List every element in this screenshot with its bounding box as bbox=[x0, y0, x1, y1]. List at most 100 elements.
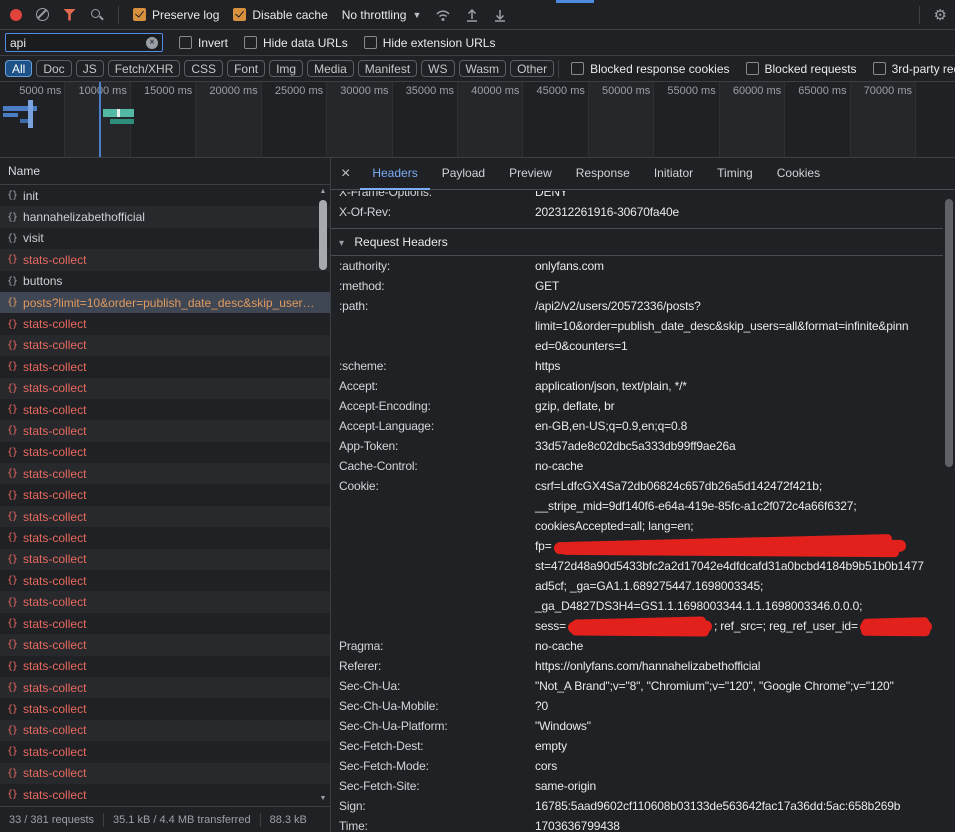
request-row[interactable]: {}stats-collect bbox=[0, 463, 330, 484]
filter-chip-media[interactable]: Media bbox=[307, 60, 354, 77]
request-list-scrollbar[interactable]: ▲ ▼ bbox=[317, 185, 329, 806]
request-row[interactable]: {}stats-collect bbox=[0, 677, 330, 698]
request-row[interactable]: {}stats-collect bbox=[0, 420, 330, 441]
search-icon[interactable] bbox=[90, 8, 104, 22]
checkbox-checked-icon[interactable] bbox=[233, 8, 246, 21]
request-row[interactable]: {}stats-collect bbox=[0, 570, 330, 591]
tab-preview[interactable]: Preview bbox=[497, 158, 564, 190]
header-name: Sec-Fetch-Mode: bbox=[339, 756, 535, 776]
header-name: Accept-Language: bbox=[339, 416, 535, 436]
record-button[interactable] bbox=[10, 9, 22, 21]
scrollbar-thumb[interactable] bbox=[319, 200, 327, 270]
overview-timeline[interactable]: 5000 ms10000 ms15000 ms20000 ms25000 ms3… bbox=[0, 82, 955, 158]
request-details-panel: × HeadersPayloadPreviewResponseInitiator… bbox=[331, 158, 955, 832]
filter-input[interactable]: api × bbox=[5, 33, 163, 52]
tab-cookies[interactable]: Cookies bbox=[765, 158, 832, 190]
request-row[interactable]: {}stats-collect bbox=[0, 784, 330, 805]
checkbox-unchecked-icon[interactable] bbox=[244, 36, 257, 49]
hide-data-urls-checkbox[interactable]: Hide data URLs bbox=[244, 36, 348, 50]
filter-chip-ws[interactable]: WS bbox=[421, 60, 454, 77]
scroll-down-icon[interactable]: ▼ bbox=[317, 794, 329, 804]
request-row[interactable]: {}stats-collect bbox=[0, 356, 330, 377]
request-headers-section[interactable]: ▾ Request Headers bbox=[331, 228, 943, 256]
request-row[interactable]: {}stats-collect bbox=[0, 591, 330, 612]
request-row[interactable]: {}stats-collect bbox=[0, 720, 330, 741]
preserve-log-checkbox[interactable]: Preserve log bbox=[133, 8, 219, 22]
network-conditions-icon[interactable] bbox=[435, 8, 451, 22]
request-row[interactable]: {}stats-collect bbox=[0, 399, 330, 420]
settings-gear-icon[interactable]: ⚙ bbox=[934, 6, 947, 24]
filter-chip-all[interactable]: All bbox=[5, 60, 32, 77]
throttling-select[interactable]: No throttling ▼ bbox=[342, 8, 422, 22]
checkbox-unchecked-icon[interactable] bbox=[364, 36, 377, 49]
invert-checkbox[interactable]: Invert bbox=[179, 36, 228, 50]
filter-chip-img[interactable]: Img bbox=[269, 60, 303, 77]
tab-payload[interactable]: Payload bbox=[430, 158, 497, 190]
scrollbar-thumb[interactable] bbox=[945, 199, 953, 467]
response-header-rows: X-Frame-Options:DENYX-Of-Rev:20231226191… bbox=[331, 191, 943, 222]
header-row: Sec-Ch-Ua-Mobile:?0 bbox=[331, 696, 943, 716]
request-row[interactable]: {}visit bbox=[0, 228, 330, 249]
request-name: stats-collect bbox=[23, 788, 86, 802]
request-row[interactable]: {}stats-collect bbox=[0, 313, 330, 334]
json-icon: {} bbox=[7, 254, 17, 265]
filter-chip-js[interactable]: JS bbox=[76, 60, 104, 77]
details-scrollbar[interactable] bbox=[943, 191, 955, 832]
tab-timing[interactable]: Timing bbox=[705, 158, 765, 190]
filter-chip-manifest[interactable]: Manifest bbox=[358, 60, 417, 77]
request-row[interactable]: {}stats-collect bbox=[0, 484, 330, 505]
request-row[interactable]: {}stats-collect bbox=[0, 698, 330, 719]
request-row[interactable]: {}stats-collect bbox=[0, 549, 330, 570]
request-row[interactable]: {}stats-collect bbox=[0, 335, 330, 356]
request-row[interactable]: {}stats-collect bbox=[0, 741, 330, 762]
request-row[interactable]: {}stats-collect bbox=[0, 506, 330, 527]
header-value: /api2/v2/users/20572336/posts?limit=10&o… bbox=[535, 296, 943, 356]
filter-icon[interactable] bbox=[63, 9, 76, 21]
filter-chip-font[interactable]: Font bbox=[227, 60, 265, 77]
close-details-icon[interactable]: × bbox=[341, 159, 350, 189]
request-row[interactable]: {}stats-collect bbox=[0, 442, 330, 463]
request-row[interactable]: {}hannahelizabethofficial bbox=[0, 206, 330, 227]
header-row: X-Frame-Options:DENY bbox=[331, 191, 943, 202]
triangle-down-icon: ▾ bbox=[339, 238, 344, 249]
clear-log-icon[interactable] bbox=[36, 8, 49, 21]
filter-checkbox-blocked-response-cookies[interactable]: Blocked response cookies bbox=[571, 62, 729, 76]
checkbox-unchecked-icon[interactable] bbox=[873, 62, 886, 75]
filter-chip-wasm[interactable]: Wasm bbox=[459, 60, 507, 77]
request-row[interactable]: {}stats-collect bbox=[0, 613, 330, 634]
type-filter-chips: AllDoc JSFetch/XHRCSSFontImgMediaManifest… bbox=[5, 60, 558, 77]
toolbar-divider bbox=[919, 6, 920, 24]
timeline-tick-label: 20000 ms bbox=[209, 85, 257, 97]
tab-initiator[interactable]: Initiator bbox=[642, 158, 705, 190]
disable-cache-checkbox[interactable]: Disable cache bbox=[233, 8, 327, 22]
checkbox-unchecked-icon[interactable] bbox=[571, 62, 584, 75]
request-row[interactable]: {}stats-collect bbox=[0, 378, 330, 399]
request-row[interactable]: {}buttons bbox=[0, 271, 330, 292]
clear-filter-icon[interactable]: × bbox=[146, 37, 158, 49]
tab-response[interactable]: Response bbox=[564, 158, 642, 190]
hide-extension-urls-checkbox[interactable]: Hide extension URLs bbox=[364, 36, 496, 50]
request-row[interactable]: {}stats-collect bbox=[0, 527, 330, 548]
scroll-up-icon[interactable]: ▲ bbox=[317, 187, 329, 197]
checkbox-checked-icon[interactable] bbox=[133, 8, 146, 21]
request-row[interactable]: {}stats-collect bbox=[0, 634, 330, 655]
name-column-header[interactable]: Name bbox=[0, 158, 330, 185]
header-name: Cache-Control: bbox=[339, 456, 535, 476]
request-row[interactable]: {}init bbox=[0, 185, 330, 206]
filter-chip-doc[interactable]: Doc bbox=[36, 60, 71, 77]
filter-chip-fetch-xhr[interactable]: Fetch/XHR bbox=[108, 60, 181, 77]
filter-chip-other[interactable]: Other bbox=[510, 60, 554, 77]
tab-headers[interactable]: Headers bbox=[360, 158, 429, 190]
filter-chip-css[interactable]: CSS bbox=[184, 60, 223, 77]
request-row[interactable]: {}posts?limit=10&order=publish_date_desc… bbox=[0, 292, 330, 313]
filter-checkbox-blocked-requests[interactable]: Blocked requests bbox=[746, 62, 857, 76]
json-icon: {} bbox=[7, 682, 17, 693]
checkbox-unchecked-icon[interactable] bbox=[746, 62, 759, 75]
export-har-icon[interactable] bbox=[493, 8, 507, 22]
request-row[interactable]: {}stats-collect bbox=[0, 763, 330, 784]
request-row[interactable]: {}stats-collect bbox=[0, 249, 330, 270]
request-row[interactable]: {}stats-collect bbox=[0, 656, 330, 677]
checkbox-unchecked-icon[interactable] bbox=[179, 36, 192, 49]
filter-checkbox-3rd-party-requests[interactable]: 3rd-party requests bbox=[873, 62, 955, 76]
import-har-icon[interactable] bbox=[465, 8, 479, 22]
